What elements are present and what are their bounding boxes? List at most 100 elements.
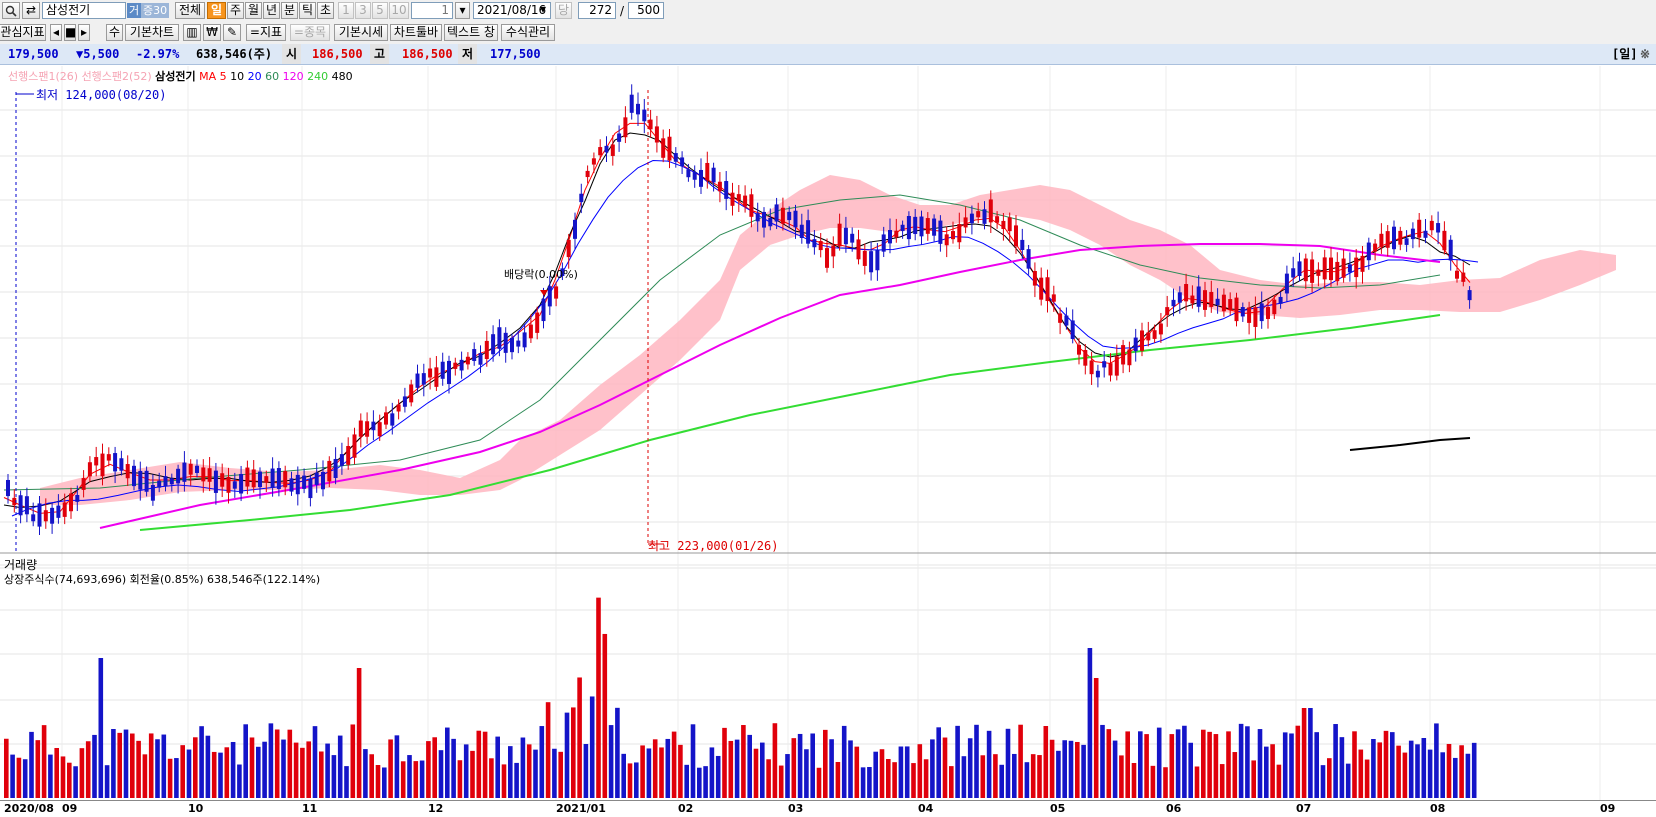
volume-bar — [967, 738, 973, 798]
volume-bar — [1012, 753, 1017, 798]
volume-bar — [1390, 732, 1395, 798]
candle-body — [207, 468, 212, 482]
candle-body — [812, 239, 817, 248]
period-tick-button[interactable]: 틱 — [299, 2, 316, 19]
current-button[interactable]: 당 — [555, 2, 572, 19]
candle-body — [1259, 303, 1264, 322]
candle-body — [1215, 298, 1220, 305]
basic-chart-button[interactable]: 기본차트 — [125, 24, 179, 41]
volume-bar — [778, 765, 784, 798]
period-year-button[interactable]: 년 — [263, 2, 280, 19]
interval-1-button[interactable]: 1 — [338, 2, 354, 19]
volume-bar — [766, 759, 771, 798]
candle-body — [1165, 307, 1170, 315]
volume-bar — [823, 729, 828, 798]
volume-bar — [1396, 745, 1401, 798]
refresh-button[interactable]: ⇄ — [22, 2, 40, 19]
candle-body — [428, 368, 433, 378]
volume-bar — [1194, 766, 1200, 798]
volume-bar — [1106, 729, 1112, 798]
text-window-button[interactable]: 텍스트 창 — [444, 24, 498, 41]
volume-bar — [274, 729, 280, 798]
formula-manager-button[interactable]: 수식관리 — [501, 24, 555, 41]
candle-body — [176, 468, 181, 484]
settings-icon[interactable]: ※ — [1640, 44, 1650, 64]
candle-body — [87, 462, 92, 477]
candle-body — [1203, 290, 1207, 310]
volume-bar — [501, 764, 507, 798]
open-price: 186,500 — [312, 47, 363, 61]
chart-toolbar-button[interactable]: 차트툴바 — [390, 24, 442, 41]
trade-type-badge[interactable]: 거 — [127, 3, 142, 18]
candle-body — [1001, 220, 1006, 230]
candle-body — [1221, 294, 1226, 312]
volume-bar — [451, 738, 456, 798]
candle-body — [1354, 257, 1359, 278]
volume-bar — [22, 759, 28, 798]
candle-body — [402, 396, 407, 407]
volume-bar — [993, 754, 998, 798]
volume-title: 거래량 — [4, 558, 38, 572]
legend-ma-label: MA — [199, 70, 217, 83]
volume-bar — [388, 739, 393, 798]
candle-body — [724, 181, 729, 199]
add-indicator-button[interactable]: =지표 — [246, 24, 286, 41]
scroll-stop-button[interactable]: ■ — [64, 24, 76, 41]
stock-search-input[interactable]: 삼성전기 — [42, 2, 126, 19]
candle-body — [1095, 370, 1100, 378]
modify-button[interactable]: 수 — [106, 24, 123, 41]
date-dropdown[interactable]: ▾ — [535, 2, 551, 19]
period-month-button[interactable]: 월 — [245, 2, 262, 19]
period-second-button[interactable]: 초 — [317, 2, 334, 19]
candle-body — [1007, 217, 1012, 232]
scroll-right-button[interactable]: ▸ — [78, 24, 90, 41]
volume-bar — [608, 725, 614, 798]
volume-bar — [1257, 729, 1263, 798]
candle-body — [1158, 323, 1163, 335]
x-tick-label: 08 — [1430, 802, 1446, 815]
volume-bar — [167, 758, 173, 798]
candle-body — [648, 119, 653, 130]
volume-bar — [1018, 724, 1023, 798]
candle-body — [1083, 350, 1088, 366]
candle-body — [1398, 230, 1403, 245]
scroll-left-button[interactable]: ◂ — [50, 24, 62, 41]
all-button[interactable]: 전체 — [175, 2, 205, 19]
volume-bar — [797, 733, 803, 798]
candle-body — [780, 207, 785, 224]
volume-bar — [1125, 731, 1130, 798]
add-item-button[interactable]: =종목 — [290, 24, 330, 41]
candle-body — [585, 170, 590, 178]
chart-type-button[interactable]: ▥ — [183, 24, 201, 41]
search-button[interactable] — [2, 2, 20, 19]
interval-input[interactable]: 1 — [411, 2, 453, 19]
period-day-button[interactable]: 일 — [207, 2, 226, 19]
candle-body — [440, 361, 445, 379]
interest-indicator-button[interactable]: 관심지표 — [0, 24, 46, 41]
volume-bar — [684, 764, 689, 798]
interval-dropdown[interactable]: ▾ — [455, 2, 470, 19]
volume-bar — [4, 738, 9, 798]
total-input[interactable]: 500 — [628, 2, 664, 19]
volume-bar — [438, 750, 444, 798]
interval-5-button[interactable]: 5 — [372, 2, 388, 19]
candle-body — [1133, 337, 1138, 352]
candle-body — [1020, 239, 1025, 250]
tool-button[interactable]: ✎ — [223, 24, 241, 41]
currency-button[interactable]: ₩ — [203, 24, 221, 41]
trade-group-badge[interactable]: 증30 — [141, 3, 170, 18]
interval-10-button[interactable]: 10 — [389, 2, 409, 19]
basic-quote-button[interactable]: 기본시세 — [334, 24, 388, 41]
volume-bar — [1358, 749, 1364, 798]
candle-body — [289, 478, 294, 492]
volume-bar — [136, 740, 141, 798]
period-week-button[interactable]: 주 — [227, 2, 244, 19]
candle-body — [365, 421, 370, 437]
candle-body — [283, 471, 288, 488]
period-minute-button[interactable]: 분 — [281, 2, 298, 19]
cloud-area — [40, 175, 1616, 505]
interval-3-button[interactable]: 3 — [355, 2, 371, 19]
price-chart[interactable] — [0, 66, 1656, 816]
candle-body — [667, 136, 672, 161]
count-input[interactable]: 272 — [578, 2, 616, 19]
